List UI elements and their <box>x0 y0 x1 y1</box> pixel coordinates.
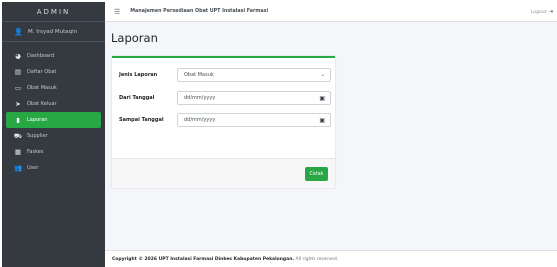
chevron-down-icon: ⌄ <box>320 72 325 78</box>
sidebar-item-user[interactable]: 👥 User <box>6 160 101 176</box>
top-navbar: ☰ Manajemen Persediaan Obat UPT Instalas… <box>105 2 557 22</box>
sidebar-item-label: Laporan <box>27 117 48 123</box>
sampai-tanggal-input[interactable]: dd/mm/yyyy ▣ <box>177 113 331 127</box>
hospital-icon: ▦ <box>14 148 22 156</box>
sampai-tanggal-placeholder: dd/mm/yyyy <box>184 117 216 123</box>
user-icon: 👤 <box>14 27 23 36</box>
jenis-laporan-label: Jenis Laporan <box>119 72 158 78</box>
dari-tanggal-label: Dari Tanggal <box>119 95 155 101</box>
form-row-dari: Dari Tanggal dd/mm/yyyy ▣ <box>119 91 331 105</box>
sidebar-item-dashboard[interactable]: ◕ Dashboard <box>6 48 101 64</box>
user-panel[interactable]: 👤 M. Irsyad Mutaqin <box>2 22 105 42</box>
sidebar-item-supplier[interactable]: ⛟ Supplier <box>6 128 101 144</box>
sidebar-item-label: Faskes <box>27 149 44 155</box>
user-name: M. Irsyad Mutaqin <box>28 28 78 35</box>
tachometer-icon: ◕ <box>15 52 21 60</box>
sidebar-item-obat-masuk[interactable]: ▭ Obat Masuk <box>6 80 101 96</box>
send-icon: ➤ <box>15 100 21 108</box>
logout-label: Logout <box>530 10 547 15</box>
sidebar-item-label: Obat Keluar <box>27 101 57 107</box>
card-footer: Cetak <box>112 158 335 188</box>
list-icon: ▤ <box>14 68 22 76</box>
file-icon: ▮ <box>16 116 20 124</box>
dari-tanggal-placeholder: dd/mm/yyyy <box>184 95 216 101</box>
dari-tanggal-input[interactable]: dd/mm/yyyy ▣ <box>177 91 331 105</box>
calendar-icon[interactable]: ▣ <box>319 95 325 102</box>
sidebar-nav: ◕ Dashboard ▤ Daftar Obat ▭ Obat Masuk ➤… <box>2 48 105 176</box>
sidebar-item-label: Dashboard <box>27 53 55 59</box>
content-area: Laporan Jenis Laporan Obat Masuk ⌄ Dari … <box>105 22 557 250</box>
form-row-sampai: Sampai Tanggal dd/mm/yyyy ▣ <box>119 113 331 127</box>
sidebar-item-laporan[interactable]: ▮ Laporan <box>6 112 101 128</box>
calendar-icon[interactable]: ▣ <box>319 117 325 124</box>
users-icon: 👥 <box>13 164 23 172</box>
sidebar-item-label: Daftar Obat <box>27 69 57 75</box>
sidebar-item-faskes[interactable]: ▦ Faskes <box>6 144 101 160</box>
report-card: Jenis Laporan Obat Masuk ⌄ Dari Tanggal … <box>112 56 335 188</box>
menu-toggle-icon[interactable]: ☰ <box>114 8 120 16</box>
sidebar: ADMIN 👤 M. Irsyad Mutaqin ◕ Dashboard ▤ … <box>2 2 105 267</box>
page-footer: Copyright © 2026 UPT Instalasi Farmasi D… <box>105 250 557 267</box>
truck-icon: ⛟ <box>13 131 23 140</box>
sidebar-item-obat-keluar[interactable]: ➤ Obat Keluar <box>6 96 101 112</box>
brand-title[interactable]: ADMIN <box>2 2 105 22</box>
sign-out-icon: ⇥ <box>548 9 553 15</box>
sampai-tanggal-label: Sampai Tanggal <box>119 117 164 123</box>
sidebar-item-label: Supplier <box>27 133 48 139</box>
logout-link[interactable]: Logout ⇥ <box>531 2 553 22</box>
copyright-text: Copyright © 2026 UPT Instalasi Farmasi D… <box>112 257 295 262</box>
app-title: Manajemen Persediaan Obat UPT Instalasi … <box>130 9 269 14</box>
cetak-button[interactable]: Cetak <box>305 167 328 181</box>
form-row-jenis: Jenis Laporan Obat Masuk ⌄ <box>119 68 331 82</box>
jenis-laporan-select[interactable]: Obat Masuk ⌄ <box>177 68 331 82</box>
sidebar-item-label: Obat Masuk <box>27 85 57 91</box>
sidebar-item-label: User <box>27 165 39 171</box>
inbox-icon: ▭ <box>14 84 22 92</box>
rights-text: All rights reserved. <box>295 257 339 262</box>
sidebar-item-daftar-obat[interactable]: ▤ Daftar Obat <box>6 64 101 80</box>
jenis-laporan-value: Obat Masuk <box>184 72 214 78</box>
page-title: Laporan <box>111 31 158 45</box>
